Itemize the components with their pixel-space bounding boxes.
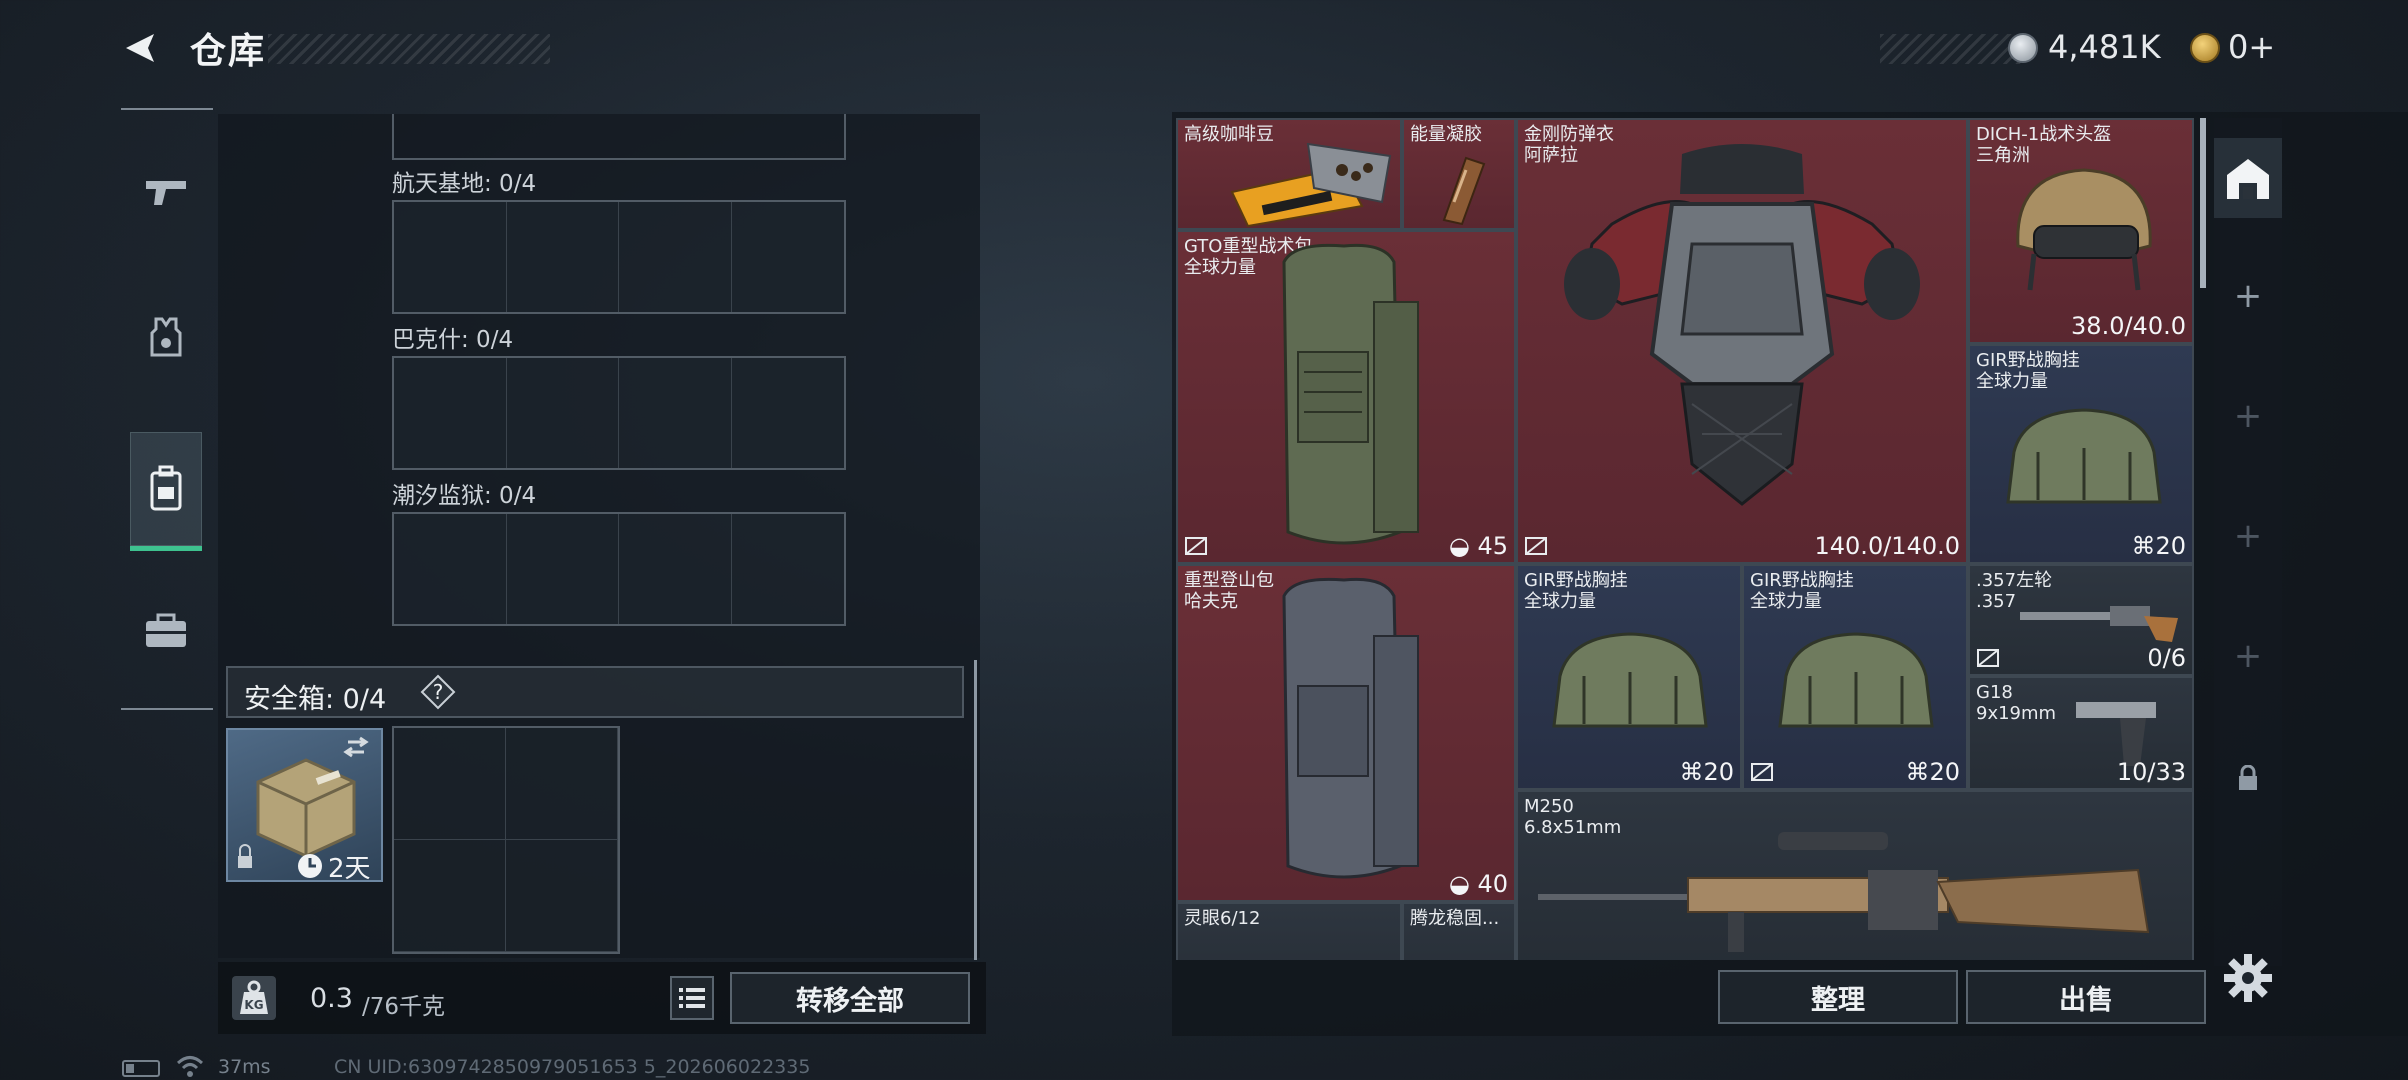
safe-box-duration: 2天: [328, 854, 371, 884]
active-category-indicator: [130, 546, 202, 551]
warehouse-tab-main[interactable]: [2214, 138, 2282, 218]
rail-divider-bottom: [121, 708, 213, 710]
add-warehouse-tab-2[interactable]: +: [2214, 376, 2282, 456]
backpack-icon: [150, 465, 182, 511]
warehouse-home-icon: [2227, 159, 2269, 199]
item-gir-chest-rig-2[interactable]: GIR野战胸挂 全球力量 ⌘20: [1516, 564, 1742, 790]
zone-label-bakhsh: 巴克什: 0/4: [392, 327, 514, 353]
chest-rig-icon: [1778, 632, 1934, 728]
item-g18-pistol[interactable]: G18 9x19mm 10/33: [1968, 676, 2194, 790]
item-scope[interactable]: 灵眼6/12: [1176, 902, 1402, 960]
currency-decoration: [1880, 34, 2025, 64]
gel-pack-icon: [1442, 156, 1486, 226]
weight-icon: KG: [232, 976, 276, 1020]
plus-icon: +: [2233, 276, 2263, 316]
safe-box-label: 安全箱: 0/4: [244, 684, 387, 715]
chest-rig-icon: [1552, 632, 1708, 728]
item-energy-gel[interactable]: 能量凝胶: [1402, 118, 1516, 230]
user-uid: CN UID:6309742850979051653 5_20260602233…: [334, 1056, 811, 1078]
zone-grid-prison[interactable]: [392, 512, 846, 626]
item-coffee-beans[interactable]: 高级咖啡豆: [1176, 118, 1402, 230]
page-title: 仓库: [190, 31, 267, 72]
wifi-icon: [176, 1056, 204, 1077]
vest-icon: [150, 317, 182, 357]
capacity-icon: ⌘: [1679, 758, 1704, 786]
locked-warehouse-tab[interactable]: [2214, 738, 2282, 818]
category-weapons[interactable]: [130, 146, 202, 236]
gold-balance[interactable]: 0+: [2228, 28, 2275, 66]
no-trade-icon: [1751, 763, 1773, 781]
machine-gun-icon: [1538, 832, 2150, 952]
zone-grid-bakhsh[interactable]: [392, 356, 846, 470]
item-357-revolver[interactable]: .357左轮 .357 0/6: [1968, 564, 2194, 676]
sell-button[interactable]: 出售: [1966, 970, 2206, 1024]
no-trade-icon: [1185, 537, 1207, 555]
no-trade-icon: [1977, 649, 1999, 667]
inventory-scrollbar[interactable]: [2200, 118, 2206, 288]
weight-value: 0.3: [310, 983, 353, 1014]
revolver-icon: [2020, 606, 2178, 642]
pistol-icon: [146, 181, 186, 205]
title-decoration: [268, 34, 550, 64]
category-gear[interactable]: [130, 292, 202, 382]
weight-capacity: /76千克: [362, 994, 446, 1020]
svg-text:?: ?: [433, 680, 444, 704]
storage-grid-partial[interactable]: [392, 114, 846, 160]
lock-icon: [2239, 765, 2257, 790]
capacity-icon: ⌘: [1905, 758, 1930, 786]
list-view-button[interactable]: [670, 976, 714, 1020]
settings-gear-icon[interactable]: [2222, 952, 2274, 1004]
capacity-icon: ◒: [1448, 532, 1470, 560]
zone-label-aerospace: 航天基地: 0/4: [392, 171, 537, 197]
add-warehouse-tab-3[interactable]: +: [2214, 496, 2282, 576]
item-mountain-backpack[interactable]: 重型登山包 哈夫克 ◒ 40: [1176, 564, 1516, 902]
transfer-all-button[interactable]: 转移全部: [730, 972, 970, 1024]
add-warehouse-tab-4[interactable]: +: [2214, 616, 2282, 696]
plus-icon: +: [2233, 636, 2263, 676]
armor-vest-icon: [1564, 144, 1920, 506]
item-gto-backpack[interactable]: GTO重型战术包 全球力量 ◒ 45: [1176, 230, 1516, 564]
back-arrow-icon[interactable]: [118, 26, 162, 70]
zone-label-prison: 潮汐监狱: 0/4: [392, 483, 537, 509]
gold-coin-icon: [2190, 33, 2220, 63]
no-trade-icon: [1525, 537, 1547, 555]
add-warehouse-tab-1[interactable]: +: [2214, 256, 2282, 336]
chest-rig-icon: [2006, 408, 2162, 504]
plus-icon: +: [2233, 396, 2263, 436]
capacity-icon: ⌘: [2131, 532, 2156, 560]
rail-divider-top: [121, 108, 213, 110]
category-equipment-case[interactable]: [130, 586, 202, 676]
backpack-icon: [1282, 577, 1419, 879]
item-grip[interactable]: 腾龙稳固...: [1402, 902, 1516, 960]
help-icon[interactable]: ?: [420, 674, 456, 710]
ping-readout: 37ms: [218, 1056, 271, 1078]
storage-scrollbar[interactable]: [974, 660, 977, 960]
svg-text:KG: KG: [244, 998, 263, 1012]
coin-balance: 4,481K: [2048, 28, 2161, 66]
briefcase-icon: [146, 613, 186, 647]
plus-icon: +: [2233, 516, 2263, 556]
zone-grid-aerospace[interactable]: [392, 200, 846, 314]
coffee-bag-icon: [1230, 142, 1392, 228]
battery-level: [126, 1064, 134, 1073]
item-gir-chest-rig-3[interactable]: GIR野战胸挂 全球力量 ⌘20: [1742, 564, 1968, 790]
item-body-armor[interactable]: 金刚防弹衣 阿萨拉 140.0/140.0: [1516, 118, 1968, 564]
silver-coin-icon: [2008, 33, 2038, 63]
list-icon: [679, 988, 705, 1008]
item-m250-machine-gun[interactable]: M250 6.8x51mm: [1516, 790, 2194, 960]
item-tactical-helmet[interactable]: DICH-1战术头盔 三角洲 38.0/40.0: [1968, 118, 2194, 344]
item-gir-chest-rig[interactable]: GIR野战胸挂 全球力量 ⌘20: [1968, 344, 2194, 564]
sort-button[interactable]: 整理: [1718, 970, 1958, 1024]
inventory-grid: 高级咖啡豆 能量凝胶 金刚防弹衣 阿萨拉 140.0/140.0 DICH-1战…: [1176, 118, 2194, 960]
helmet-icon: [2016, 168, 2152, 291]
capacity-icon: ◒: [1448, 870, 1470, 898]
safe-box-grid[interactable]: [392, 726, 620, 954]
category-backpacks[interactable]: [130, 432, 202, 546]
backpack-icon: [1282, 243, 1419, 545]
